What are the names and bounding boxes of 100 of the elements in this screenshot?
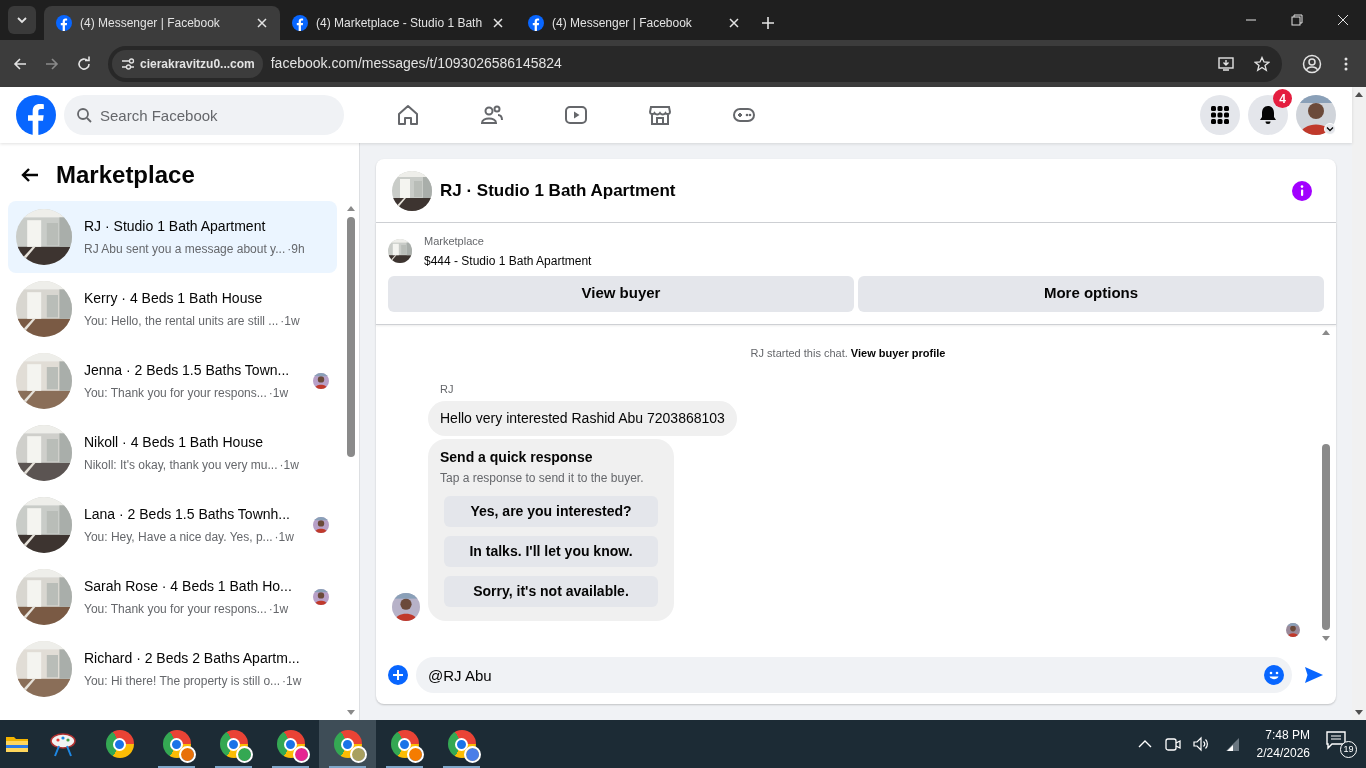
message-time: ·1w — [280, 313, 300, 330]
message-preview: You: Hey, Have a nice day. Yes, p... — [84, 529, 273, 546]
message-time: ·1w — [268, 601, 289, 618]
scroll-up-icon[interactable] — [1322, 328, 1330, 337]
message-icon — [1326, 730, 1346, 750]
browser-tab[interactable]: (4) Messenger | Facebook — [44, 6, 280, 40]
scrollbar-thumb[interactable] — [1322, 444, 1330, 630]
scroll-down-icon[interactable] — [347, 708, 355, 716]
search-field[interactable]: Search Facebook — [64, 95, 344, 135]
scrollbar-thumb[interactable] — [347, 217, 355, 457]
conversation-title: Sarah Rose · 4 Beds 1 Bath Ho... — [84, 577, 293, 596]
clock[interactable]: 7:48 PM 2/24/2026 — [1256, 726, 1310, 762]
scroll-up-icon[interactable] — [1355, 91, 1363, 99]
scroll-up-icon[interactable] — [347, 205, 355, 213]
view-buyer-button[interactable]: View buyer — [388, 275, 854, 312]
facebook-logo — [292, 15, 308, 31]
quick-response-button[interactable]: In talks. I'll let you know. — [444, 535, 658, 567]
facebook-logo — [528, 15, 544, 31]
menu-button[interactable] — [1200, 95, 1240, 135]
message-time: ·1w — [274, 529, 294, 546]
volume-icon[interactable] — [1192, 736, 1209, 752]
install-icon[interactable] — [1218, 55, 1234, 72]
url-text: facebook.com/messages/t/1093026586145824 — [270, 54, 563, 73]
back-arrow-icon[interactable] — [12, 55, 28, 72]
listing-label: Marketplace — [424, 234, 485, 249]
message-bubble: Hello very interested Rashid Abu 7203868103 — [428, 400, 737, 436]
home-icon[interactable] — [396, 103, 420, 127]
close-icon[interactable] — [256, 17, 268, 29]
conversation-item[interactable]: Lana · 2 Beds 1.5 Baths Townh... You: Hey, Have a nice day. Yes, p... ·1w — [8, 489, 337, 561]
profile-icon[interactable] — [1302, 53, 1322, 74]
facebook-logo — [56, 15, 72, 31]
wifi-icon[interactable] — [1224, 736, 1241, 752]
system-message: RJ started this chat. View buyer profile — [749, 345, 947, 361]
view-buyer-profile-link[interactable]: View buyer profile — [850, 346, 946, 359]
chrome-icon — [105, 730, 134, 758]
search-icon — [76, 107, 92, 123]
clock-time: 7:48 PM — [1265, 727, 1310, 744]
tab-title: (4) Marketplace - Studio 1 Bath — [316, 15, 484, 32]
star-icon[interactable] — [1254, 55, 1270, 72]
conversation-title: Nikoll · 4 Beds 1 Bath House — [84, 433, 264, 452]
quick-response-button[interactable]: Yes, are you interested? — [444, 495, 658, 527]
tab-list-button[interactable] — [8, 6, 36, 34]
close-icon[interactable] — [492, 17, 504, 29]
scroll-down-icon[interactable] — [1322, 634, 1330, 642]
quick-response-title: Send a quick response — [440, 447, 594, 467]
browser-tab[interactable]: (4) Messenger | Facebook — [516, 6, 752, 40]
tune-icon — [120, 55, 136, 72]
conversation-item[interactable]: Nikoll · 4 Beds 1 Bath House Nikoll: It's okay, thank you very mu... ·1w — [8, 417, 337, 489]
notifications-button[interactable] — [1248, 95, 1288, 135]
caret-icon — [1326, 125, 1334, 133]
conversation-item[interactable]: RJ · Studio 1 Bath Apartment RJ Abu sent you a message about y... ·9h — [8, 201, 337, 273]
plus-icon[interactable] — [760, 15, 776, 31]
conversation-title: RJ · Studio 1 Bath Apartment — [84, 217, 267, 236]
conversation-title: Richard · 2 Beds 2 Baths Apartm... — [84, 649, 301, 668]
account-caret[interactable] — [1324, 123, 1336, 135]
conversation-item[interactable]: Richard · 2 Beds 2 Baths Apartm... You: Hi there! The property is still o... ·1w — [8, 633, 337, 705]
store-icon[interactable] — [648, 103, 672, 127]
message-time: ·1w — [282, 673, 302, 690]
message-time: ·1w — [268, 385, 289, 402]
message-time: ·1w — [279, 457, 299, 474]
message-preview: You: Hi there! The property is still o... — [84, 673, 281, 690]
close-icon[interactable] — [728, 17, 740, 29]
clock-date: 2/24/2026 — [1256, 745, 1310, 762]
facebook-logo — [16, 95, 56, 135]
conversation-item[interactable]: Jenna · 2 Beds 1.5 Baths Town... You: Thank you for your respons... ·1w — [8, 345, 337, 417]
address-bar[interactable]: cierakravitzu0...com facebook.com/messages/t/1093026586145824 — [108, 45, 1282, 82]
message-field[interactable]: @RJ Abu — [416, 657, 1292, 693]
conversation-item[interactable]: Sarah Rose · 4 Beds 1 Bath Ho... You: Thank you for your respons... ·1w — [8, 561, 337, 633]
browser-tab[interactable]: (4) Marketplace - Studio 1 Bath — [280, 6, 516, 40]
emoji-icon[interactable] — [1264, 665, 1284, 685]
message-preview: Nikoll: It's okay, thank you very mu... — [84, 457, 278, 474]
video-icon[interactable] — [564, 103, 588, 127]
sidebar-title: Marketplace — [56, 160, 195, 190]
notification-center[interactable]: 19 — [1326, 730, 1354, 758]
reload-icon[interactable] — [76, 55, 92, 72]
taskbar-app[interactable] — [319, 720, 376, 768]
more-options-button[interactable]: More options — [858, 275, 1324, 312]
quick-response-subtitle: Tap a response to send it to the buyer. — [440, 469, 645, 487]
caret-icon — [16, 14, 28, 26]
listing-title: $444 - Studio 1 Bath Apartment — [424, 252, 592, 270]
tab-title: (4) Messenger | Facebook — [80, 15, 221, 32]
site-info-chip[interactable]: cierakravitzu0...com — [112, 49, 263, 78]
message-preview: You: Hello, the rental units are still ... — [84, 313, 279, 330]
forward-arrow-icon[interactable] — [44, 55, 60, 72]
info-icon[interactable] — [1292, 180, 1312, 201]
scroll-down-icon[interactable] — [1355, 708, 1363, 716]
conversation-title: Kerry · 4 Beds 1 Bath House — [84, 289, 264, 308]
send-icon[interactable] — [1304, 665, 1324, 685]
notification-badge: 4 — [1273, 89, 1292, 108]
quick-response-button[interactable]: Sorry, it's not available. — [444, 575, 658, 607]
camera-icon[interactable] — [1164, 736, 1181, 752]
scrollbar[interactable] — [1352, 87, 1366, 720]
grid-icon — [1210, 105, 1230, 125]
add-icon[interactable] — [388, 665, 408, 685]
conversation-item[interactable]: Kerry · 4 Beds 1 Bath House You: Hello, the rental units are still ... ·1w — [8, 273, 337, 345]
bell-icon — [1258, 105, 1278, 125]
notification-count: 19 — [1340, 741, 1357, 758]
friends-icon[interactable] — [480, 103, 504, 127]
conversation-title: Lana · 2 Beds 1.5 Baths Townh... — [84, 505, 291, 524]
chat-title: RJ · Studio 1 Bath Apartment — [440, 179, 677, 202]
